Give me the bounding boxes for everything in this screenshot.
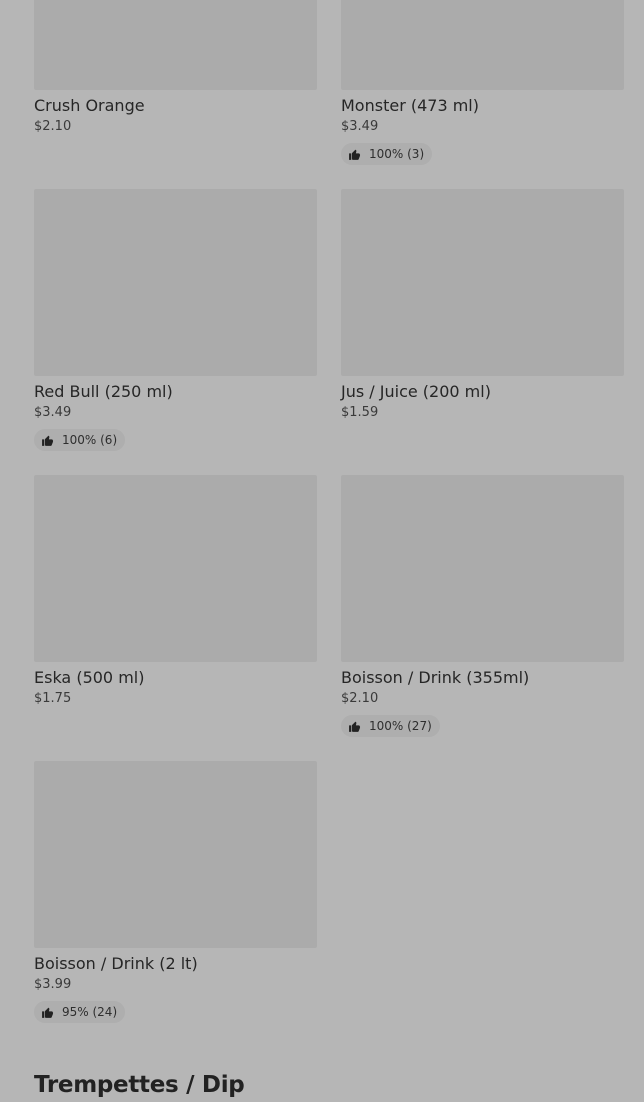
product-name: Eska (500 ml) xyxy=(34,668,145,687)
product-card-eska[interactable]: Eska (500 ml) $1.75 xyxy=(34,475,317,761)
product-card-crush-orange[interactable]: Crush Orange $2.10 xyxy=(34,0,317,189)
product-image[interactable] xyxy=(34,189,317,376)
thumbs-up-icon xyxy=(41,1006,54,1019)
product-price: $2.10 xyxy=(34,119,72,134)
product-image[interactable] xyxy=(34,761,317,948)
product-name: Boisson / Drink (355ml) xyxy=(341,668,530,687)
product-name: Jus / Juice (200 ml) xyxy=(341,382,491,401)
rating-badge: 100% (3) xyxy=(341,143,433,165)
thumbs-up-icon xyxy=(348,720,361,733)
product-price: $2.10 xyxy=(341,691,379,706)
product-image[interactable] xyxy=(34,475,317,662)
rating-text: 100% (6) xyxy=(62,433,118,447)
product-price: $1.75 xyxy=(34,691,72,706)
product-image[interactable] xyxy=(341,475,624,662)
product-grid: Crush Orange $2.10 Monster (473 ml) $3.4… xyxy=(34,0,624,1047)
product-price: $3.49 xyxy=(341,119,379,134)
rating-text: 100% (27) xyxy=(369,719,432,733)
product-price: $1.59 xyxy=(341,405,379,420)
product-card-drink-355ml[interactable]: Boisson / Drink (355ml) $2.10 100% (27) xyxy=(341,475,624,761)
rating-badge: 100% (27) xyxy=(341,715,440,737)
product-card-red-bull[interactable]: Red Bull (250 ml) $3.49 100% (6) xyxy=(34,189,317,475)
product-name: Red Bull (250 ml) xyxy=(34,382,173,401)
thumbs-up-icon xyxy=(348,148,361,161)
rating-text: 95% (24) xyxy=(62,1005,118,1019)
thumbs-up-icon xyxy=(41,434,54,447)
product-card-drink-2lt[interactable]: Boisson / Drink (2 lt) $3.99 95% (24) xyxy=(34,761,317,1047)
product-price: $3.99 xyxy=(34,977,72,992)
product-image[interactable] xyxy=(341,189,624,376)
product-price: $3.49 xyxy=(34,405,72,420)
product-name: Boisson / Drink (2 lt) xyxy=(34,954,198,973)
rating-badge: 100% (6) xyxy=(34,429,126,451)
product-name: Crush Orange xyxy=(34,96,145,115)
rating-text: 100% (3) xyxy=(369,147,425,161)
product-image[interactable] xyxy=(341,0,624,90)
product-card-monster[interactable]: Monster (473 ml) $3.49 100% (3) xyxy=(341,0,624,189)
product-card-juice[interactable]: Jus / Juice (200 ml) $1.59 xyxy=(341,189,624,475)
rating-badge: 95% (24) xyxy=(34,1001,126,1023)
product-image[interactable] xyxy=(34,0,317,90)
product-name: Monster (473 ml) xyxy=(341,96,479,115)
